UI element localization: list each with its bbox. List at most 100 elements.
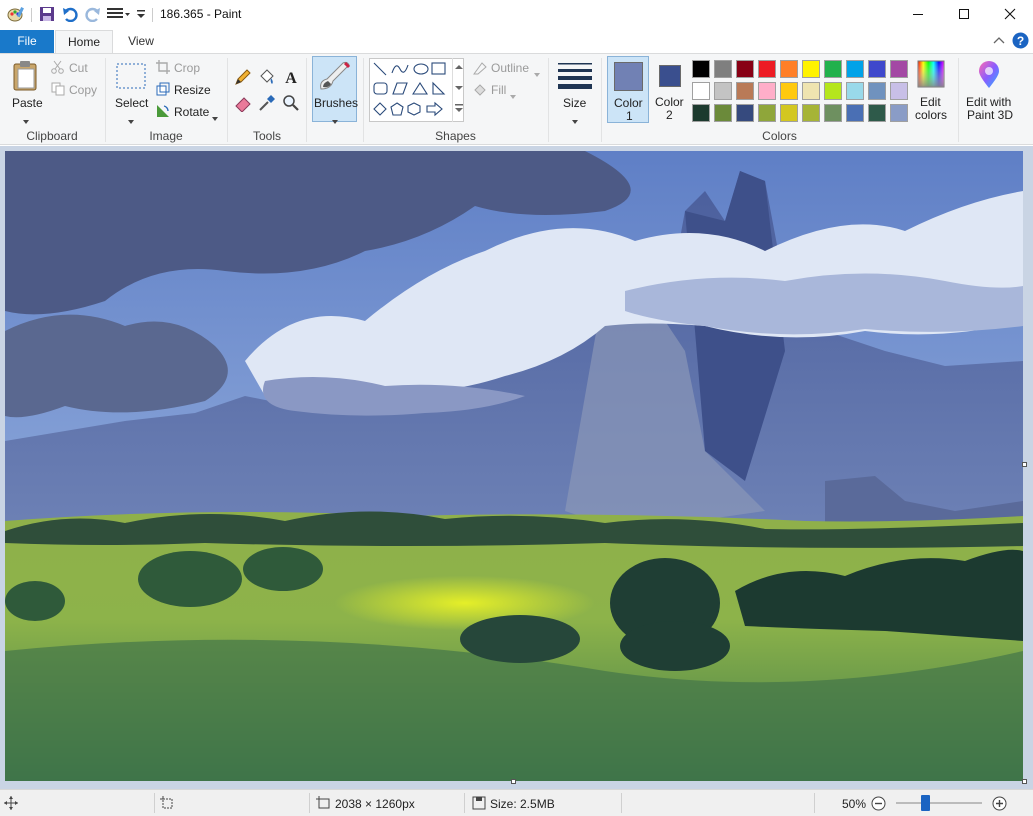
tab-view[interactable]: View (113, 30, 169, 53)
copy-button[interactable]: Copy (51, 82, 97, 99)
close-button[interactable] (987, 0, 1033, 28)
zoom-in-button[interactable] (992, 796, 1007, 814)
paint-window: 186.365 - Paint File Home View ? Paste C… (0, 0, 1033, 816)
palette-swatch[interactable] (890, 60, 908, 78)
colors-group-label: Colors (762, 129, 797, 143)
fill-label: Fill (491, 83, 507, 97)
edit-with-paint3d-button[interactable]: Edit with Paint 3D (963, 56, 1015, 123)
palette-swatch[interactable] (868, 82, 886, 100)
palette-swatch[interactable] (868, 104, 886, 122)
pencil-tool[interactable] (234, 68, 252, 89)
select-button[interactable]: Select (112, 58, 150, 124)
minimize-button[interactable] (895, 0, 941, 28)
palette-swatch[interactable] (692, 82, 710, 100)
text-tool[interactable]: A (282, 68, 300, 89)
rotate-dropdown-icon (212, 110, 218, 124)
color2-button[interactable]: Color 2 (652, 56, 688, 123)
customize-qat-icon[interactable] (135, 5, 147, 23)
magnifier-icon (283, 95, 299, 111)
palette-swatch[interactable] (736, 104, 754, 122)
canvas-image[interactable] (5, 151, 1023, 781)
color-picker-tool[interactable] (258, 94, 276, 115)
palette-swatch[interactable] (714, 60, 732, 78)
edit-colors-button[interactable]: Edit colors (913, 56, 951, 123)
resize-button[interactable]: Resize (156, 82, 211, 99)
palette-swatch[interactable] (714, 82, 732, 100)
palette-swatch[interactable] (824, 60, 842, 78)
palette-swatch[interactable] (824, 82, 842, 100)
fill-button[interactable]: Fill (472, 82, 516, 101)
outline-dropdown-icon (534, 66, 540, 80)
palette-swatch[interactable] (736, 60, 754, 78)
palette-swatch[interactable] (824, 104, 842, 122)
redo-icon[interactable] (84, 5, 102, 23)
minimize-ribbon-icon[interactable] (993, 35, 1005, 49)
tab-home[interactable]: Home (55, 30, 113, 54)
palette-swatch[interactable] (868, 60, 886, 78)
palette-swatch[interactable] (802, 104, 820, 122)
palette-swatch[interactable] (758, 104, 776, 122)
brush-icon (320, 61, 351, 90)
color2-label: Color (655, 95, 684, 109)
palette-swatch[interactable] (714, 104, 732, 122)
palette-swatch[interactable] (758, 60, 776, 78)
palette-swatch[interactable] (780, 60, 798, 78)
outline-button[interactable]: Outline (472, 60, 540, 79)
palette-swatch[interactable] (890, 82, 908, 100)
zoom-slider-thumb[interactable] (920, 795, 930, 811)
resize-handle-right[interactable] (1022, 462, 1027, 467)
color1-number: 1 (626, 109, 633, 123)
palette-swatch[interactable] (846, 82, 864, 100)
edit-colors-label-2: colors (915, 108, 948, 122)
cut-button[interactable]: Cut (51, 60, 88, 77)
magnifier-tool[interactable] (282, 94, 300, 115)
paste-button[interactable]: Paste (6, 58, 48, 124)
palette-swatch[interactable] (802, 82, 820, 100)
eraser-icon (235, 97, 251, 113)
zoom-out-button[interactable] (871, 796, 886, 814)
palette-swatch[interactable] (846, 60, 864, 78)
resize-icon (156, 82, 170, 96)
palette-swatch[interactable] (758, 82, 776, 100)
undo-icon[interactable] (61, 5, 79, 23)
palette-swatch[interactable] (692, 104, 710, 122)
select-label: Select (115, 96, 149, 110)
palette-swatch[interactable] (780, 104, 798, 122)
palette-swatch[interactable] (692, 60, 710, 78)
palette-swatch[interactable] (890, 104, 908, 122)
image-dimensions: 2038 × 1260px (335, 797, 415, 811)
edit-colors-label: Edit (920, 95, 941, 109)
brushes-dropdown-icon (332, 113, 338, 127)
shapes-gallery[interactable] (369, 58, 464, 122)
palette-swatch[interactable] (846, 104, 864, 122)
crop-button[interactable]: Crop (156, 60, 200, 77)
brushes-label: Brushes (314, 96, 359, 110)
maximize-button[interactable] (941, 0, 987, 28)
resize-handle-bottom[interactable] (511, 779, 516, 784)
text-a-icon: A (285, 70, 297, 87)
crop-icon (156, 60, 170, 74)
brushes-button[interactable]: Brushes (312, 56, 359, 124)
help-icon[interactable]: ? (1012, 32, 1029, 52)
clipboard-group-label: Clipboard (26, 129, 78, 143)
color1-label: Color (614, 96, 643, 110)
size-button[interactable]: Size (555, 58, 595, 124)
palette-swatch[interactable] (780, 82, 798, 100)
tab-file[interactable]: File (0, 30, 54, 53)
resize-handle-corner[interactable] (1022, 779, 1027, 784)
quick-access-menu-icon[interactable] (106, 5, 132, 23)
shapes-scroll[interactable] (452, 58, 464, 122)
palette-swatch[interactable] (736, 82, 754, 100)
fill-tool[interactable] (258, 68, 276, 89)
pencil-icon (235, 69, 251, 85)
save-icon[interactable] (38, 5, 56, 23)
resize-label: Resize (174, 83, 211, 97)
color1-button[interactable]: Color 1 (607, 56, 649, 123)
fill-icon (474, 84, 486, 96)
palette-swatch[interactable] (802, 60, 820, 78)
zoom-slider-track[interactable] (896, 802, 982, 804)
eraser-tool[interactable] (234, 94, 252, 115)
rotate-button[interactable]: Rotate (156, 104, 218, 121)
size-dropdown-icon (572, 113, 578, 127)
paste-label: Paste (12, 96, 43, 110)
